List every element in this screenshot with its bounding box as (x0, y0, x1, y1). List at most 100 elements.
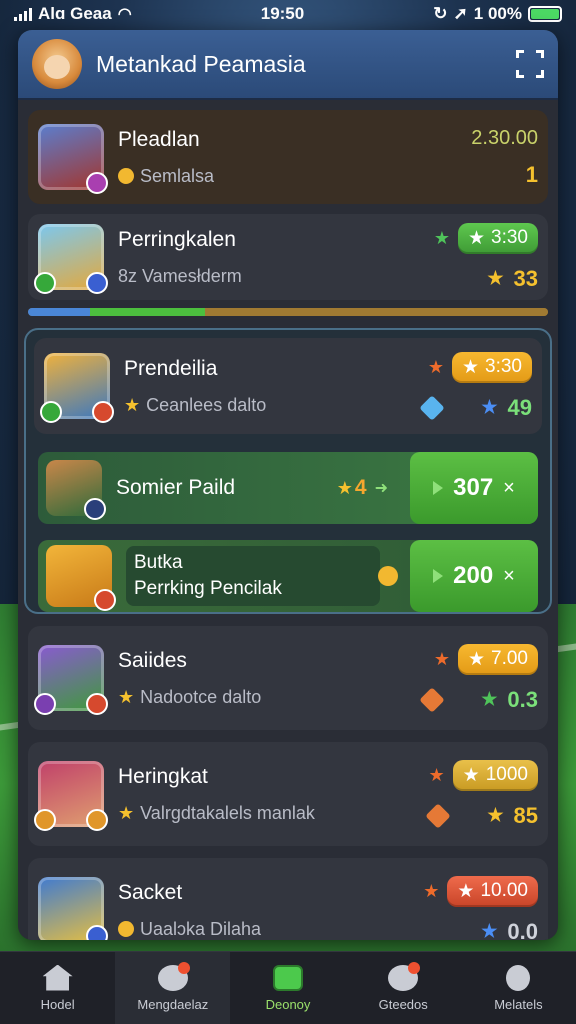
list-item[interactable]: Sacket Uaalɔka Dilaha ★ ★ 10.00 ★ 0.0 (28, 858, 548, 940)
item-points: 0.3 (507, 686, 538, 712)
time-pill[interactable]: ★ 3:30 (457, 222, 538, 254)
star-icon: ★ (427, 356, 444, 377)
collapse-icon[interactable] (516, 50, 544, 78)
wifi-icon: ◠ (117, 6, 132, 23)
smile-icon (378, 566, 398, 586)
carrier-name: Alɑ Geaa (38, 4, 112, 23)
featured-text: Butka Perrking Pencilak (126, 546, 380, 606)
close-icon[interactable]: × (503, 477, 515, 500)
star-icon: ★ (433, 648, 450, 669)
gem-icon (419, 394, 446, 421)
featured-name: Somier Paild (116, 476, 236, 499)
star-icon: ★ (428, 764, 445, 785)
progress-bar (28, 308, 548, 316)
item-name: Perringkalen (118, 227, 236, 251)
nav-settings[interactable]: Melatels (461, 952, 576, 1024)
nav-home[interactable]: Hodel (0, 952, 115, 1024)
nav-messages[interactable]: Mengdaelaz (115, 952, 231, 1024)
time-pill[interactable]: ★ 3:30 (451, 351, 532, 383)
featured-row[interactable]: Somier Paild ★ 4 ➜ 307 × (38, 452, 538, 524)
featured-row[interactable]: Butka Perrking Pencilak 200 × (38, 540, 538, 612)
star-icon: ★ (467, 648, 486, 670)
star-icon: ★ (433, 227, 450, 248)
item-subtitle: 8z Vamesłderm (118, 265, 242, 286)
item-name: Heringkat (118, 764, 208, 788)
status-bar: Alɑ Geaa ◠ 19:50 ↻ ➚ 1 00% (0, 0, 576, 28)
star-icon: ★ (487, 268, 504, 288)
close-icon[interactable]: × (503, 565, 515, 588)
profile-icon (506, 964, 531, 991)
star-icon: ★ (124, 394, 141, 415)
bottom-nav: Hodel Mengdaelaz Deonoy Gteedos Melatels (0, 951, 576, 1024)
star-icon: ★ (481, 921, 498, 940)
character-icon (46, 460, 106, 520)
panel-title: Metankad Peamasia (96, 50, 306, 77)
nav-label: Deonoy (265, 996, 311, 1012)
battery-percent: 1 00% (473, 4, 522, 23)
nav-label: Hodel (40, 996, 75, 1012)
list-item[interactable]: Pleadlan Semlalsa 2.30.00 1 (28, 110, 548, 204)
list-item[interactable]: Prendeilia ★ Ceanlees dalto ★ ★ 3:30 ★ 4… (34, 338, 542, 434)
item-subtitle: ★ Nadootce dalto (118, 686, 262, 707)
gem-icon (419, 686, 445, 713)
star-icon: ★ (467, 227, 486, 249)
status-right: ↻ ➚ 1 00% (433, 4, 562, 24)
status-left: Alɑ Geaa ◠ (14, 4, 132, 24)
character-icon (34, 645, 108, 715)
shield-icon (273, 964, 303, 991)
list-item[interactable]: Heringkat ★ Valrgdtakalels manlak ★ ★ 10… (28, 742, 548, 846)
ranking-panel: Metankad Peamasia Pleadlan Semlalsa 2.30… (18, 30, 558, 940)
item-points: 85 (513, 802, 538, 828)
star-icon: ★ (461, 356, 480, 378)
character-icon (34, 761, 108, 831)
featured-badge: 4 (354, 476, 367, 499)
notification-dot (408, 962, 421, 974)
star-icon: ★ (481, 397, 498, 417)
item-name: Prendeilia (124, 356, 218, 380)
clock: 19:50 (260, 4, 305, 23)
signal-icon (14, 7, 32, 21)
character-icon (34, 224, 108, 294)
claim-button[interactable]: 200 × (410, 540, 538, 612)
item-points: 0.0 (507, 918, 538, 941)
home-icon (42, 964, 73, 991)
notification-dot (177, 962, 190, 974)
item-subtitle: Uaalɔka Dilaha (118, 919, 368, 940)
nav-friends[interactable]: Gteedos (346, 952, 461, 1024)
highlight-group: Prendeilia ★ Ceanlees dalto ★ ★ 3:30 ★ 4… (24, 328, 552, 614)
star-icon: ★ (462, 764, 480, 786)
star-icon: ★ (118, 686, 135, 707)
star-icon: ★ (487, 805, 504, 825)
nav-label: Mengdaelaz (137, 996, 209, 1012)
gem-icon (425, 802, 452, 829)
star-icon: ★ (481, 689, 498, 709)
character-icon (40, 353, 114, 423)
location-icon: ➚ (453, 4, 468, 23)
arrow-icon: ➜ (374, 480, 388, 497)
avatar[interactable] (32, 39, 82, 89)
item-points: 49 (507, 394, 532, 420)
item-name: Saiides (118, 648, 187, 672)
coin-icon (118, 921, 134, 937)
item-subtitle: ★ Ceanlees dalto (124, 394, 267, 415)
nav-label: Melatels (494, 996, 543, 1012)
time-pill[interactable]: ★ 7.00 (457, 643, 538, 675)
item-name: Sacket (118, 880, 183, 904)
star-icon: ★ (336, 477, 353, 498)
time-pill[interactable]: ★ 10.00 (447, 875, 538, 907)
time-pill[interactable]: ★ 1000 (452, 759, 538, 791)
claim-button[interactable]: 307 × (410, 452, 538, 524)
star-icon: ★ (118, 802, 135, 823)
nav-center[interactable]: Deonoy (230, 952, 345, 1024)
sync-icon: ↻ (433, 4, 448, 23)
character-icon (38, 877, 108, 940)
panel-header: Metankad Peamasia (18, 30, 558, 100)
list-item[interactable]: Perringkalen 8z Vamesłderm ★ ★ 3:30 ★ 33 (28, 214, 548, 300)
item-score: 2.30.00 (471, 126, 538, 149)
play-icon (433, 569, 444, 583)
item-subtitle: ★ Valrgdtakalels manlak (118, 802, 315, 823)
coin-icon (118, 168, 134, 184)
list-item[interactable]: Saiides ★ Nadootce dalto ★ ★ 7.00 ★ 0.3 (28, 626, 548, 730)
play-icon (433, 481, 444, 495)
battery-icon (527, 6, 562, 22)
